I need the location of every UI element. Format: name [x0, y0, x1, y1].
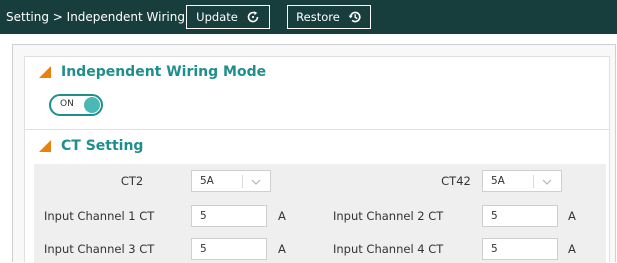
- ct42-select[interactable]: 5A: [482, 170, 562, 192]
- breadcrumb: Setting > Independent Wiring: [6, 10, 185, 24]
- update-button-label: Update: [196, 10, 238, 24]
- chevron-down-icon: [542, 177, 552, 189]
- ct2-select-value: 5A: [200, 175, 214, 187]
- ct-setting-section: CT Setting CT2 5A CT42 5A Input Channel …: [24, 129, 610, 263]
- input-channel-4-ct-label: Input Channel 4 CT: [333, 242, 444, 256]
- restore-button-label: Restore: [296, 10, 340, 24]
- section-title: Independent Wiring Mode: [61, 64, 267, 80]
- section-header: Independent Wiring Mode: [39, 64, 266, 80]
- input-channel-1-ct-value: 5: [200, 210, 207, 222]
- toggle-label: ON: [60, 99, 74, 109]
- unit-label: A: [568, 242, 576, 256]
- ct-settings-grid: CT2 5A CT42 5A Input Channel 1 CT 5 A In…: [34, 164, 606, 263]
- input-channel-2-ct-label: Input Channel 2 CT: [333, 209, 444, 223]
- input-channel-3-ct-value: 5: [200, 243, 207, 255]
- input-channel-3-ct-field[interactable]: 5: [191, 238, 267, 260]
- ct42-label: CT42: [441, 174, 471, 188]
- select-divider: [242, 175, 243, 188]
- input-channel-4-ct-field[interactable]: 5: [482, 238, 558, 260]
- select-divider: [533, 175, 534, 188]
- toggle-knob: [84, 97, 100, 113]
- input-channel-1-ct-label: Input Channel 1 CT: [44, 209, 155, 223]
- unit-label: A: [278, 209, 286, 223]
- input-channel-2-ct-value: 5: [491, 210, 498, 222]
- input-channel-2-ct-field[interactable]: 5: [482, 205, 558, 227]
- history-icon: [348, 10, 362, 24]
- section-header: CT Setting: [39, 138, 143, 154]
- refresh-icon: [246, 10, 260, 24]
- independent-wiring-toggle[interactable]: ON: [49, 94, 103, 116]
- section-title: CT Setting: [61, 138, 144, 154]
- restore-button[interactable]: Restore: [287, 5, 371, 29]
- input-channel-1-ct-field[interactable]: 5: [191, 205, 267, 227]
- chevron-down-icon: [251, 177, 261, 189]
- independent-wiring-mode-section: Independent Wiring Mode ON: [24, 56, 610, 130]
- ct2-label: CT2: [120, 174, 144, 188]
- input-channel-4-ct-value: 5: [491, 243, 498, 255]
- ct42-select-value: 5A: [491, 175, 505, 187]
- section-marker-icon: [39, 66, 51, 78]
- ct2-select[interactable]: 5A: [191, 170, 271, 192]
- unit-label: A: [278, 242, 286, 256]
- update-button[interactable]: Update: [186, 5, 270, 29]
- unit-label: A: [568, 209, 576, 223]
- input-channel-3-ct-label: Input Channel 3 CT: [44, 242, 155, 256]
- section-marker-icon: [39, 140, 51, 152]
